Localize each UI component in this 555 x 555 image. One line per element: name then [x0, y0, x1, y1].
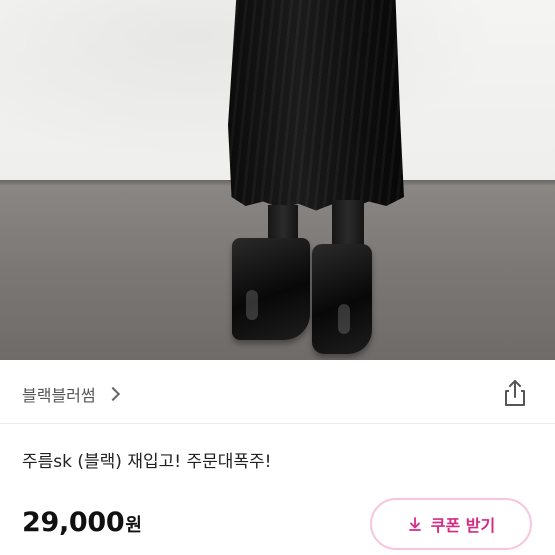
boot-highlight: [338, 304, 350, 334]
share-button[interactable]: [498, 376, 532, 410]
boot-highlight: [246, 290, 258, 320]
chevron-right-icon: [105, 386, 120, 402]
right-boot-shape: [312, 244, 372, 354]
download-arrow-icon: [408, 517, 421, 531]
coupon-button[interactable]: 쿠폰 받기: [370, 498, 532, 550]
price-unit: 원: [125, 515, 142, 536]
coupon-label: 쿠폰 받기: [430, 516, 496, 535]
price-amount: 29,000: [22, 507, 125, 538]
seller-name: 블랙블러썸: [22, 386, 96, 405]
left-boot-shape: [232, 238, 310, 340]
skirt-shape: [228, 0, 404, 211]
share-icon: [505, 380, 525, 406]
product-image[interactable]: [0, 0, 555, 360]
product-price: 29,000 원: [22, 507, 142, 538]
product-title: 주름sk (블랙) 재입고! 주문대폭주!: [22, 452, 272, 472]
seller-link[interactable]: 블랙블러썸: [22, 382, 120, 406]
seller-bar: 블랙블러썸: [0, 360, 555, 424]
